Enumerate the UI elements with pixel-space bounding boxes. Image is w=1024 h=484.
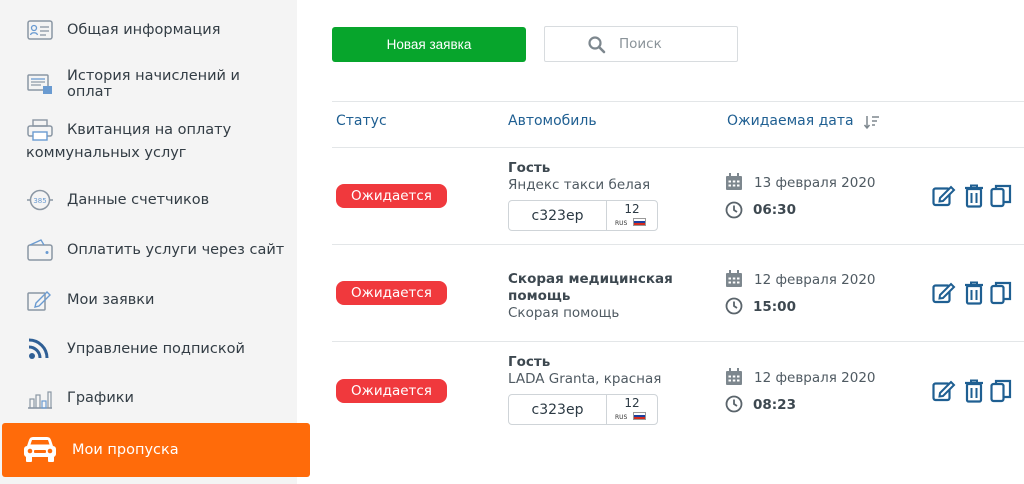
- sidebar-item-meters[interactable]: 385 Данные счетчиков: [26, 188, 289, 212]
- car-owner: Гость: [508, 354, 551, 370]
- expected-time: 06:30: [753, 202, 796, 218]
- clock-icon: [725, 201, 743, 223]
- copy-icon[interactable]: [990, 379, 1012, 407]
- plate-country: RUS: [615, 414, 628, 421]
- sidebar-item-history[interactable]: История начислений и оплат: [26, 68, 289, 100]
- copy-icon[interactable]: [990, 184, 1012, 212]
- expected-time: 15:00: [753, 299, 796, 315]
- sidebar-item-receipt[interactable]: Квитанция на оплату коммунальных услуг: [26, 118, 289, 164]
- sidebar-item-label: Мои пропуска: [72, 442, 179, 458]
- russia-flag-icon: [633, 412, 646, 420]
- plate-region: 12: [624, 396, 640, 410]
- sidebar-item-general-info[interactable]: Общая информация: [26, 18, 289, 42]
- search-box[interactable]: [544, 26, 738, 62]
- car-owner: Скорая медицинская: [508, 271, 673, 287]
- column-header-status: Статус: [336, 113, 387, 129]
- sidebar-item-my-passes[interactable]: Мои пропуска: [2, 423, 310, 477]
- divider: [332, 101, 1024, 102]
- sidebar-item-my-requests[interactable]: Мои заявки: [26, 288, 289, 312]
- sidebar-item-label: Управление подпиской: [67, 341, 245, 357]
- sort-icon[interactable]: [863, 114, 880, 134]
- divider: [332, 244, 1024, 245]
- car-description: Яндекс такси белая: [508, 177, 651, 193]
- sidebar-item-label: Графики: [67, 390, 134, 406]
- printer-icon: [26, 118, 54, 142]
- meter-icon: 385: [26, 188, 54, 212]
- plate-region: 12: [624, 202, 640, 216]
- expected-date: 13 февраля 2020: [754, 175, 876, 191]
- expected-time: 08:23: [753, 397, 796, 413]
- id-card-icon: [26, 18, 54, 42]
- car-icon: [22, 435, 58, 465]
- car-description: Скорая помощь: [508, 305, 620, 321]
- clock-icon: [725, 395, 743, 417]
- sidebar-item-label: Общая информация: [67, 22, 221, 38]
- divider: [332, 147, 1024, 148]
- edit-icon: [26, 288, 54, 312]
- calendar-icon: [725, 173, 743, 195]
- calendar-icon: [725, 368, 743, 390]
- status-badge: Ожидается: [336, 379, 447, 403]
- svg-text:385: 385: [33, 197, 46, 205]
- column-header-car: Автомобиль: [508, 113, 597, 129]
- sidebar-item-label: Мои заявки: [67, 292, 155, 308]
- column-header-date[interactable]: Ожидаемая дата: [727, 113, 854, 129]
- sidebar-item-label: История начислений и оплат: [67, 68, 240, 100]
- search-input[interactable]: [619, 36, 729, 52]
- edit-icon[interactable]: [932, 282, 956, 308]
- car-owner: Гость: [508, 160, 551, 176]
- wallet-icon: [26, 238, 54, 262]
- delete-icon[interactable]: [964, 379, 984, 407]
- chart-icon: [26, 386, 54, 410]
- sidebar-item-label-line2: коммунальных услуг: [26, 145, 187, 161]
- sidebar-item-charts[interactable]: Графики: [26, 386, 289, 410]
- plate-number: с323ер: [509, 201, 607, 230]
- status-badge: Ожидается: [336, 281, 447, 305]
- edit-icon[interactable]: [932, 380, 956, 406]
- plate-country: RUS: [615, 220, 628, 227]
- sidebar: Общая информация История начислений и оп…: [0, 0, 310, 484]
- license-plate: с323ер 12 RUS: [508, 200, 658, 231]
- delete-icon[interactable]: [964, 184, 984, 212]
- delete-icon[interactable]: [964, 281, 984, 309]
- plate-number: с323ер: [509, 395, 607, 424]
- russia-flag-icon: [633, 218, 646, 226]
- car-description: LADA Granta, красная: [508, 371, 662, 387]
- divider: [332, 341, 1024, 342]
- license-plate: с323ер 12 RUS: [508, 394, 658, 425]
- new-request-button[interactable]: Новая заявка: [332, 27, 526, 62]
- calendar-icon: [725, 270, 743, 292]
- edit-icon[interactable]: [932, 185, 956, 211]
- copy-icon[interactable]: [990, 281, 1012, 309]
- expected-date: 12 февраля 2020: [754, 370, 876, 386]
- status-badge: Ожидается: [336, 184, 447, 208]
- sidebar-item-label: Данные счетчиков: [67, 192, 210, 208]
- history-icon: [26, 72, 54, 96]
- rss-icon: [26, 337, 54, 361]
- sidebar-item-subscription[interactable]: Управление подпиской: [26, 337, 289, 361]
- sidebar-item-pay-online[interactable]: Оплатить услуги через сайт: [26, 238, 289, 262]
- search-icon: [587, 35, 607, 59]
- sidebar-item-label: Квитанция на оплату: [67, 122, 232, 138]
- sidebar-item-label: Оплатить услуги через сайт: [67, 242, 285, 258]
- clock-icon: [725, 297, 743, 319]
- car-owner-line2: помощь: [508, 288, 571, 304]
- expected-date: 12 февраля 2020: [754, 272, 876, 288]
